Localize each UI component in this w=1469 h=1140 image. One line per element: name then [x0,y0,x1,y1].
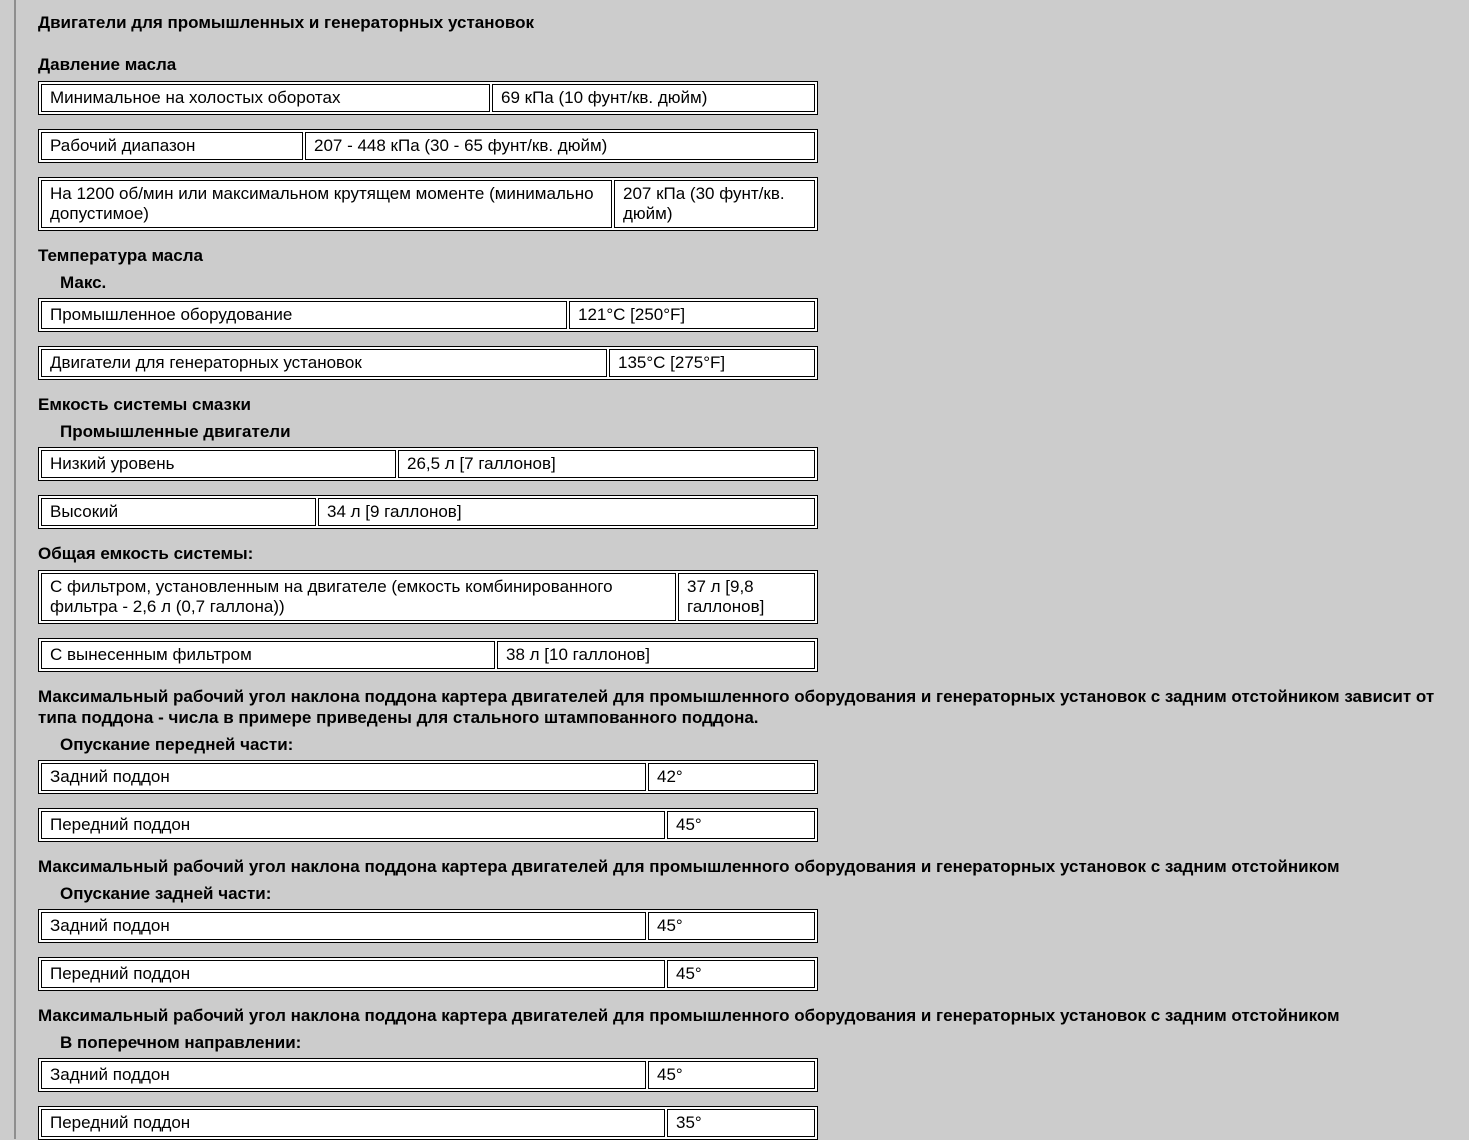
spec-value: 42° [648,763,815,791]
spec-label: Двигатели для генераторных установок [41,349,607,377]
spec-table-onengine-filter: С фильтром, установленным на двигателе (… [38,570,818,624]
spec-table-industrial-temp: Промышленное оборудование 121°C [250°F] [38,298,818,332]
spec-value: 121°C [250°F] [569,301,815,329]
table-row: Передний поддон 35° [41,1109,815,1137]
angle-rear-subheading: Опускание задней части: [60,884,272,903]
spec-table-remote-filter: С вынесенным фильтром 38 л [10 галлонов] [38,638,818,672]
spec-table-operating-range: Рабочий диапазон 207 - 448 кПа (30 - 65 … [38,129,818,163]
spec-label: Задний поддон [41,763,646,791]
spec-label: Задний поддон [41,912,646,940]
table-row: Задний поддон 45° [41,912,815,940]
table-row: Высокий 34 л [9 галлонов] [41,498,815,526]
table-row: Рабочий диапазон 207 - 448 кПа (30 - 65 … [41,132,815,160]
capacity-subheading: Промышленные двигатели [60,422,291,441]
spec-value: 38 л [10 галлонов] [497,641,815,669]
spec-value: 35° [667,1109,815,1137]
page-title: Двигатели для промышленных и генераторны… [38,13,535,32]
spec-value: 135°C [275°F] [609,349,815,377]
table-row: С фильтром, установленным на двигателе (… [41,573,815,621]
spec-label: С вынесенным фильтром [41,641,495,669]
spec-label: Промышленное оборудование [41,301,567,329]
spec-table-genset-temp: Двигатели для генераторных установок 135… [38,346,818,380]
table-row: Передний поддон 45° [41,811,815,839]
spec-label: Рабочий диапазон [41,132,303,160]
left-border [14,0,16,1139]
table-row: Задний поддон 45° [41,1061,815,1089]
angle-side-heading: Максимальный рабочий угол наклона поддон… [38,1006,1340,1025]
spec-table-rear-rear-sump: Задний поддон 45° [38,909,818,943]
spec-table-high-level: Высокий 34 л [9 галлонов] [38,495,818,529]
total-capacity-heading: Общая емкость системы: [38,544,254,563]
table-row: Двигатели для генераторных установок 135… [41,349,815,377]
angle-front-heading: Максимальный рабочий угол наклона поддон… [38,687,1435,727]
spec-label: Низкий уровень [41,450,396,478]
oil-temperature-subheading: Макс. [60,273,107,292]
spec-label: На 1200 об/мин или максимальном крутящем… [41,180,612,228]
table-row: Передний поддон 45° [41,960,815,988]
spec-label: Передний поддон [41,960,665,988]
angle-side-subheading: В поперечном направлении: [60,1033,302,1052]
spec-label: Высокий [41,498,316,526]
spec-value: 207 - 448 кПа (30 - 65 фунт/кв. дюйм) [305,132,815,160]
spec-value: 37 л [9,8 галлонов] [678,573,815,621]
table-row: Задний поддон 42° [41,763,815,791]
spec-value: 34 л [9 галлонов] [318,498,815,526]
angle-front-subheading: Опускание передней части: [60,735,294,754]
spec-value: 69 кПа (10 фунт/кв. дюйм) [492,84,815,112]
oil-temperature-heading: Температура масла [38,246,203,265]
spec-table-low-level: Низкий уровень 26,5 л [7 галлонов] [38,447,818,481]
table-row: С вынесенным фильтром 38 л [10 галлонов] [41,641,815,669]
table-row: Промышленное оборудование 121°C [250°F] [41,301,815,329]
spec-table-side-rear-sump: Задний поддон 45° [38,1058,818,1092]
spec-table-idle-pressure: Минимальное на холостых оборотах 69 кПа … [38,81,818,115]
spec-label: С фильтром, установленным на двигателе (… [41,573,676,621]
spec-value: 45° [667,811,815,839]
spec-value: 207 кПа (30 фунт/кв. дюйм) [614,180,815,228]
capacity-heading: Емкость системы смазки [38,395,251,414]
spec-table-side-front-sump: Передний поддон 35° [38,1106,818,1140]
spec-value: 45° [648,912,815,940]
spec-value: 45° [648,1061,815,1089]
spec-label: Передний поддон [41,811,665,839]
table-row: Минимальное на холостых оборотах 69 кПа … [41,84,815,112]
spec-label: Минимальное на холостых оборотах [41,84,490,112]
spec-value: 26,5 л [7 галлонов] [398,450,815,478]
spec-table-front-rear-sump: Задний поддон 42° [38,760,818,794]
table-row: Низкий уровень 26,5 л [7 галлонов] [41,450,815,478]
spec-value: 45° [667,960,815,988]
spec-label: Задний поддон [41,1061,646,1089]
spec-table-front-front-sump: Передний поддон 45° [38,808,818,842]
spec-table-rear-front-sump: Передний поддон 45° [38,957,818,991]
oil-pressure-heading: Давление масла [38,55,177,74]
angle-rear-heading: Максимальный рабочий угол наклона поддон… [38,857,1340,876]
table-row: На 1200 об/мин или максимальном крутящем… [41,180,815,228]
spec-table-1200rpm-pressure: На 1200 об/мин или максимальном крутящем… [38,177,818,231]
spec-label: Передний поддон [41,1109,665,1137]
